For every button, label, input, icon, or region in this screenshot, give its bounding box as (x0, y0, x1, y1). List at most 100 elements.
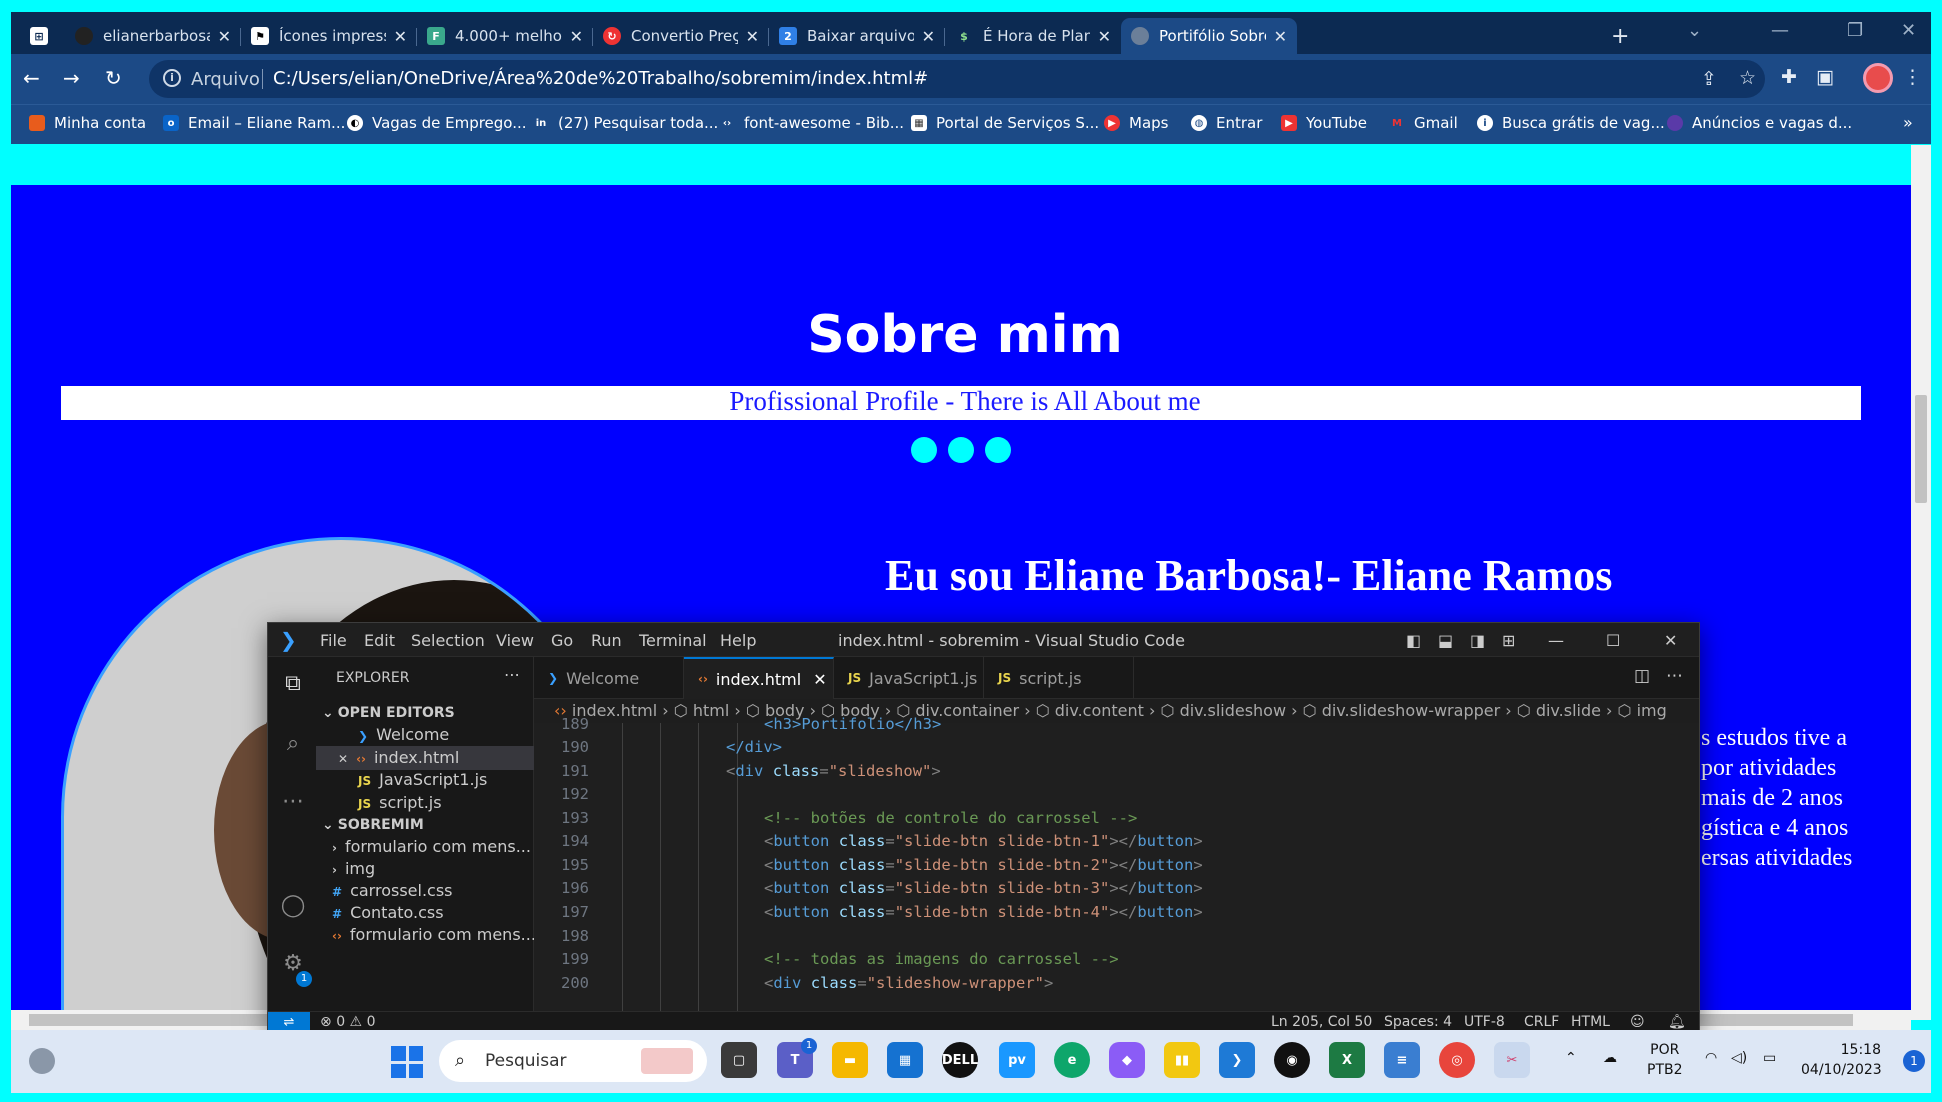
menu-view[interactable]: View (496, 631, 534, 650)
menu-file[interactable]: File (320, 631, 347, 650)
breadcrumb-item[interactable]: div.slideshow-wrapper (1322, 701, 1500, 720)
bookmark-busca-vagas[interactable]: i Busca grátis de vag... (1477, 114, 1665, 132)
notification-badge[interactable]: 1 (1903, 1050, 1925, 1072)
file-explorer-icon[interactable]: ▬ (832, 1042, 868, 1078)
github-desktop-icon[interactable]: ◉ (1274, 1042, 1310, 1078)
remote-indicator-icon[interactable]: ⇌ (268, 1012, 310, 1030)
indentation-setting[interactable]: Spaces: 4 (1384, 1014, 1452, 1030)
open-editor-javascript1[interactable]: JS JavaScript1.js (316, 768, 534, 792)
file-formulario-html[interactable]: ‹› formulario com mens... (316, 923, 534, 947)
menu-edit[interactable]: Edit (364, 631, 395, 650)
tab-close-icon[interactable]: ✕ (218, 27, 231, 46)
breadcrumb-item[interactable]: html (693, 701, 729, 720)
vscode-maximize-icon[interactable]: ☐ (1606, 631, 1620, 650)
tab-convertio[interactable]: ↻ Convertio Preços ✕ (593, 18, 769, 54)
restore-icon[interactable]: ❐ (1847, 20, 1863, 41)
more-views-icon[interactable]: ⋯ (280, 789, 306, 815)
excel-icon[interactable]: X (1329, 1042, 1365, 1078)
bookmark-maps[interactable]: ▶ Maps (1104, 114, 1168, 132)
clock[interactable]: 15:18 04/10/2023 (1801, 1040, 1882, 1080)
open-editor-script[interactable]: JS script.js (316, 791, 534, 815)
bookmark-vagas[interactable]: ◐ Vagas de Emprego... (347, 114, 527, 132)
cursor-position[interactable]: Ln 205, Col 50 (1271, 1014, 1372, 1030)
menu-selection[interactable]: Selection (411, 631, 485, 650)
split-editor-icon[interactable]: ◫ (1634, 666, 1650, 686)
close-window-icon[interactable]: ✕ (1901, 20, 1916, 41)
tab-planejar[interactable]: $ É Hora de Planejar ✕ (945, 18, 1121, 54)
bookmark-anuncios[interactable]: Anúncios e vagas d... (1667, 114, 1852, 132)
profile-avatar[interactable] (1863, 63, 1893, 93)
tab-github[interactable]: elianerbarbosa/port ✕ (65, 18, 241, 54)
prime-video-icon[interactable]: pv (999, 1042, 1035, 1078)
file-contato-css[interactable]: # Contato.css (316, 901, 534, 925)
site-info-icon[interactable]: i (163, 69, 181, 87)
tab-freepik[interactable]: F 4.000+ melhores im ✕ (417, 18, 593, 54)
carousel-dot[interactable] (911, 437, 937, 463)
snipping-tool-icon[interactable]: ✂ (1494, 1042, 1530, 1078)
menu-run[interactable]: Run (591, 631, 622, 650)
folder-item[interactable]: › formulario com mens... (316, 835, 534, 859)
toggle-sidebar-icon[interactable]: ◧ (1406, 631, 1421, 650)
file-carrossel-css[interactable]: # carrossel.css (316, 879, 534, 903)
back-icon[interactable]: ← (23, 66, 40, 90)
tab-close-icon[interactable]: ✕ (394, 27, 407, 46)
open-editors-section[interactable]: ⌄ OPEN EDITORS (316, 701, 534, 725)
problems-indicator[interactable]: ⊗ 0 ⚠ 0 (320, 1014, 375, 1030)
wifi-icon[interactable]: ◠ (1705, 1048, 1717, 1068)
bookmark-linkedin[interactable]: in (27) Pesquisar toda... (533, 114, 718, 132)
vscode-minimize-icon[interactable]: — (1548, 631, 1564, 650)
bookmark-portal[interactable]: ▦ Portal de Serviços S... (911, 114, 1099, 132)
new-tab-icon[interactable]: + (1611, 24, 1629, 49)
open-editor-index[interactable]: ✕ ‹› index.html (316, 746, 534, 770)
power-bi-icon[interactable]: ▮▮ (1164, 1042, 1200, 1078)
taskbar-search-box[interactable]: ⌕ Pesquisar (439, 1040, 707, 1082)
eol-setting[interactable]: CRLF (1524, 1014, 1559, 1030)
page-vertical-scrollbar[interactable] (1911, 145, 1931, 1020)
code-editor[interactable]: 189 <h3>Portifolio</h3> 190 </div> 191 <… (534, 715, 1699, 1011)
explorer-more-icon[interactable]: ⋯ (504, 665, 520, 684)
notepad-icon[interactable]: ≡ (1384, 1042, 1420, 1078)
breadcrumb-item[interactable]: img (1637, 701, 1667, 720)
extensions-icon[interactable]: ✚ (1781, 66, 1797, 88)
carousel-dot[interactable] (985, 437, 1011, 463)
forward-icon[interactable]: → (63, 66, 80, 90)
bookmark-minha-conta[interactable]: Minha conta (29, 114, 146, 132)
breadcrumb-item[interactable]: div.slide (1536, 701, 1601, 720)
edge-icon[interactable]: e (1054, 1042, 1090, 1078)
editor-tab-index[interactable]: ‹› index.html ✕ (684, 657, 834, 699)
customize-layout-icon[interactable]: ⊞ (1502, 631, 1515, 650)
tab-close-icon[interactable]: ✕ (746, 27, 759, 46)
menu-help[interactable]: Help (720, 631, 756, 650)
folder-section[interactable]: ⌄ SOBREMIM (316, 813, 534, 837)
task-view-icon[interactable]: ▢ (721, 1042, 757, 1078)
notifications-bell-icon[interactable]: 🔔︎ (1668, 1014, 1686, 1030)
menu-go[interactable]: Go (551, 631, 573, 650)
tab-close-icon[interactable]: ✕ (1274, 27, 1287, 46)
carousel-dot[interactable] (948, 437, 974, 463)
menu-terminal[interactable]: Terminal (639, 631, 707, 650)
tab-baixar-arquivo[interactable]: 2 Baixar arquivo - sua ✕ (769, 18, 945, 54)
minimize-icon[interactable]: — (1771, 20, 1789, 41)
volume-icon[interactable]: ◁) (1731, 1048, 1747, 1068)
bookmark-entrar[interactable]: ◍ Entrar (1191, 114, 1262, 132)
side-panel-icon[interactable]: ▣ (1816, 66, 1834, 88)
editor-tab-script[interactable]: JS script.js (984, 657, 1134, 699)
bookmark-font-awesome[interactable]: ‹› font-awesome - Bib... (719, 114, 904, 132)
dell-icon[interactable]: DELL (942, 1042, 978, 1078)
share-icon[interactable]: ⇪ (1701, 68, 1717, 90)
vscode-taskbar-icon[interactable]: ❯ (1219, 1042, 1255, 1078)
tray-overflow-icon[interactable]: ⌃ (1565, 1048, 1577, 1068)
bookmark-youtube[interactable]: ▶ YouTube (1281, 114, 1367, 132)
bookmark-email[interactable]: o Email – Eliane Ram... (163, 114, 345, 132)
language-mode[interactable]: HTML (1571, 1014, 1610, 1030)
address-url[interactable]: C:/Users/elian/OneDrive/Área%20de%20Trab… (273, 68, 928, 89)
language-indicator[interactable]: POR PTB2 (1647, 1040, 1683, 1080)
tab-search-button[interactable]: ⊞ (21, 18, 57, 54)
breadcrumb-item[interactable]: div.content (1055, 701, 1144, 720)
onedrive-icon[interactable]: ☁ (1603, 1048, 1617, 1068)
folder-item-img[interactable]: › img (316, 857, 534, 881)
editor-tab-welcome[interactable]: ❯ Welcome (534, 657, 684, 699)
scrollbar-thumb[interactable] (1915, 395, 1927, 503)
menu-kebab-icon[interactable]: ⋮ (1903, 66, 1922, 88)
encoding-setting[interactable]: UTF-8 (1464, 1014, 1505, 1030)
